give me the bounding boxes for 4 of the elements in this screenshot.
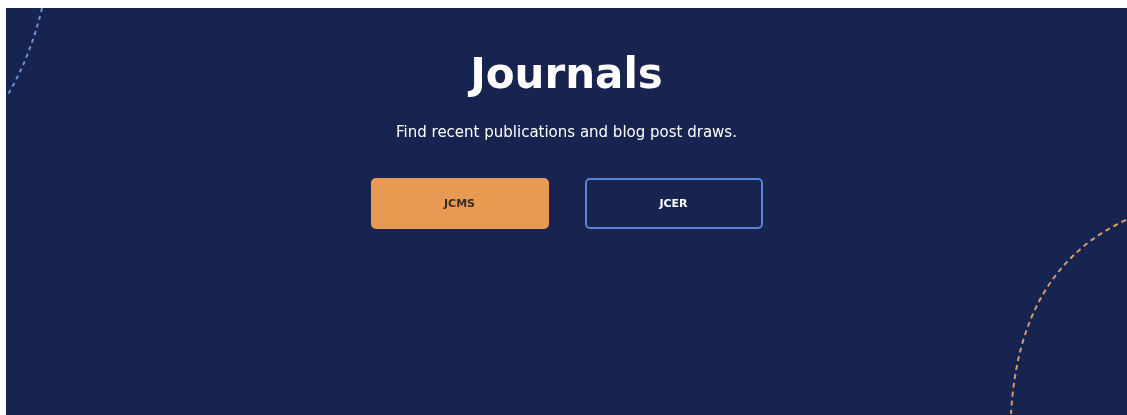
journal-tab[interactable]: JCMS bbox=[370, 178, 549, 229]
journal-tab[interactable]: JCER bbox=[584, 178, 763, 229]
page-subtitle: Find recent publications and blog post draws. bbox=[396, 122, 737, 142]
page-title: Journals bbox=[470, 48, 663, 100]
